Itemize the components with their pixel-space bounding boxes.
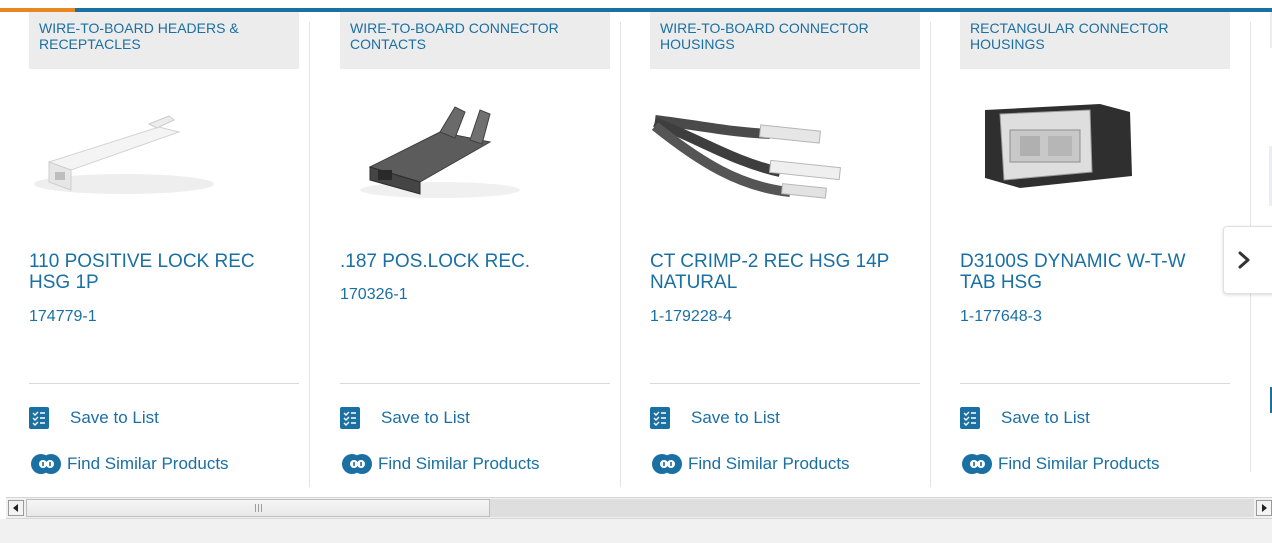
product-card: WIRE-TO-BOARD CONNECTOR CONTACTS .187 PO… (311, 12, 621, 488)
similar-products-icon (652, 454, 682, 474)
find-similar-button[interactable]: Find Similar Products (960, 452, 1160, 476)
divider (340, 383, 610, 384)
carousel-next-button[interactable] (1223, 226, 1272, 294)
part-number[interactable]: 170326-1 (340, 286, 408, 304)
find-similar-button[interactable]: Find Similar Products (650, 452, 850, 476)
scroll-thumb-grip-icon (254, 504, 256, 512)
checklist-icon (29, 407, 49, 429)
product-title-link[interactable]: CT CRIMP-2 REC HSG 14P NATURAL (650, 251, 910, 293)
save-to-list-button[interactable]: Save to List (29, 406, 159, 430)
save-to-list-button[interactable]: Save to List (650, 406, 780, 430)
product-card: RECTANGULAR CONNECTOR HOUSINGS D3100S DY… (931, 12, 1241, 488)
find-similar-label: Find Similar Products (67, 454, 229, 473)
product-title-link[interactable]: .187 POS.LOCK REC. (340, 251, 600, 272)
find-similar-label: Find Similar Products (998, 454, 1160, 473)
save-to-list-label: Save to List (381, 408, 470, 427)
find-similar-button[interactable]: Find Similar Products (340, 452, 540, 476)
product-title-link[interactable]: 110 POSITIVE LOCK REC HSG 1P (29, 251, 289, 293)
product-carousel: WIRE-TO-BOARD HEADERS & RECEPTACLES 110 … (0, 12, 1272, 497)
find-similar-label: Find Similar Products (688, 454, 850, 473)
category-label[interactable]: RECTANGULAR CONNECTOR HOUSINGS (960, 12, 1230, 69)
category-label[interactable]: WIRE-TO-BOARD CONNECTOR HOUSINGS (650, 12, 920, 69)
chevron-right-icon (1238, 251, 1250, 269)
card-divider (309, 22, 310, 487)
similar-products-icon (962, 454, 992, 474)
checklist-icon (650, 407, 670, 429)
find-similar-label: Find Similar Products (378, 454, 540, 473)
category-label[interactable]: WIRE-TO-BOARD HEADERS & RECEPTACLES (29, 12, 299, 69)
white-connector-housing-image[interactable] (29, 92, 229, 212)
part-number[interactable]: 1-179228-4 (650, 308, 732, 326)
save-to-list-label: Save to List (70, 408, 159, 427)
save-to-list-label: Save to List (691, 408, 780, 427)
rectangular-housing-image[interactable] (960, 92, 1160, 212)
checklist-icon (960, 407, 980, 429)
horizontal-scrollbar[interactable] (6, 497, 1272, 519)
page-footer-area (0, 519, 1272, 543)
save-to-list-button[interactable]: Save to List (340, 406, 470, 430)
checklist-icon (340, 407, 360, 429)
save-to-list-label: Save to List (1001, 408, 1090, 427)
divider (650, 383, 920, 384)
scroll-thumb-grip-icon (260, 504, 262, 512)
scroll-thumb-grip-icon (257, 504, 259, 512)
divider (960, 383, 1230, 384)
ribbon-cable-assembly-image[interactable] (650, 92, 850, 212)
similar-products-icon (342, 454, 372, 474)
find-similar-button[interactable]: Find Similar Products (29, 452, 229, 476)
category-label[interactable]: WIRE-TO-BOARD CONNECTOR CONTACTS (340, 12, 610, 69)
part-number[interactable]: 1-177648-3 (960, 308, 1042, 326)
scroll-right-button[interactable] (1256, 500, 1272, 516)
save-to-list-button[interactable]: Save to List (960, 406, 1090, 430)
scroll-right-arrow-icon (1262, 504, 1267, 512)
scroll-left-button[interactable] (8, 500, 24, 516)
scrollbar-thumb[interactable] (26, 499, 490, 517)
similar-products-icon (31, 454, 61, 474)
product-title-link[interactable]: D3100S DYNAMIC W-T-W TAB HSG (960, 251, 1220, 293)
scroll-left-arrow-icon (13, 504, 18, 512)
crimp-contact-image[interactable] (340, 92, 540, 212)
divider (29, 383, 299, 384)
product-card: WIRE-TO-BOARD HEADERS & RECEPTACLES 110 … (0, 12, 310, 488)
part-number[interactable]: 174779-1 (29, 308, 97, 326)
product-card: WIRE-TO-BOARD CONNECTOR HOUSINGS CT CRIM… (621, 12, 931, 488)
